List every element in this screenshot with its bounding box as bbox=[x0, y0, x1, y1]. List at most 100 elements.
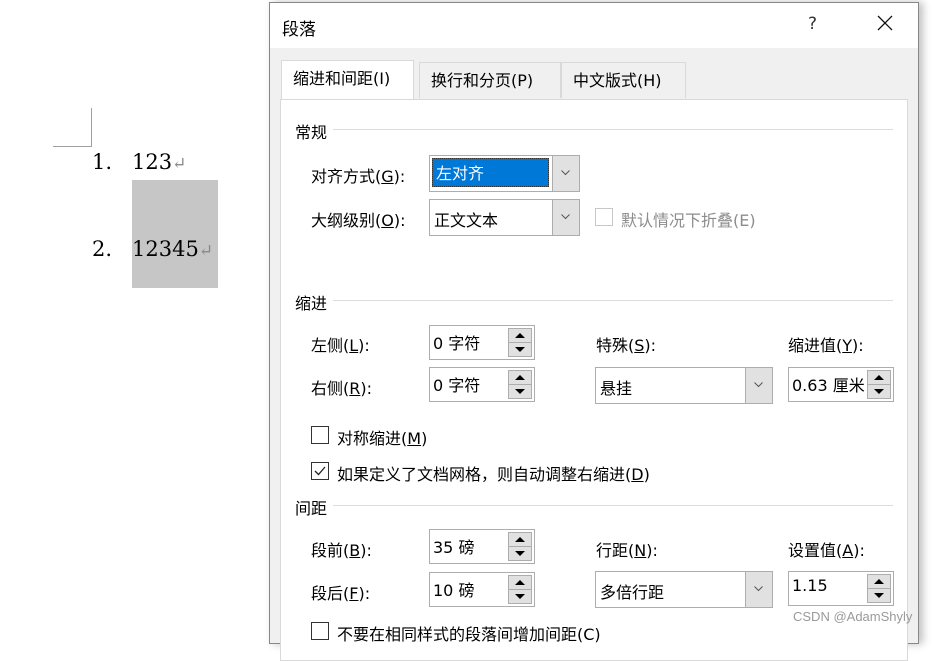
indent-left-value: 0 字符 bbox=[433, 334, 481, 353]
spin-up-button[interactable] bbox=[509, 533, 531, 547]
special-indent-select[interactable]: 悬挂 bbox=[595, 367, 773, 404]
spin-up-button[interactable] bbox=[868, 371, 890, 385]
dialog-titlebar[interactable]: 段落 ? bbox=[270, 3, 918, 48]
paragraph-dialog: 段落 ? 缩进和间距(I) 换行和分页(P) 中文版式(H) 常规 对齐方式(G… bbox=[269, 2, 919, 661]
spinner-buttons bbox=[508, 532, 532, 561]
indent-by-label: 缩进值(Y): bbox=[788, 336, 864, 355]
section-divider bbox=[333, 300, 893, 301]
dialog-title: 段落 bbox=[282, 20, 316, 40]
tab-line-page-breaks[interactable]: 换行和分页(P) bbox=[419, 62, 561, 98]
section-divider bbox=[333, 129, 893, 130]
tab-label: 缩进和间距(I) bbox=[293, 69, 391, 88]
dont-add-space-label: 不要在相同样式的段落间增加间距(C) bbox=[337, 625, 601, 644]
spacing-after-value: 10 磅 bbox=[433, 581, 475, 600]
outline-level-label: 大纲级别(O): bbox=[311, 211, 406, 230]
spin-down-button[interactable] bbox=[509, 547, 531, 560]
list-number-1: 1. bbox=[92, 150, 113, 174]
tab-asian-typography[interactable]: 中文版式(H) bbox=[561, 62, 686, 98]
list-item-text: 123 bbox=[132, 150, 173, 174]
checkmark-icon bbox=[314, 466, 326, 476]
paragraph-mark-icon: ↵ bbox=[172, 154, 187, 174]
indent-right-spinner[interactable]: 0 字符 bbox=[429, 367, 535, 402]
spinner-buttons bbox=[508, 575, 532, 604]
spacing-before-label: 段前(B): bbox=[311, 541, 372, 560]
collapse-by-default-label: 默认情况下折叠(E) bbox=[621, 211, 756, 230]
arrow-up-icon bbox=[515, 333, 525, 338]
spinner-buttons bbox=[867, 574, 891, 603]
chevron-down-icon bbox=[754, 382, 763, 388]
spin-down-button[interactable] bbox=[509, 590, 531, 603]
section-spacing-title: 间距 bbox=[295, 499, 328, 518]
collapse-by-default-checkbox[interactable] bbox=[595, 208, 613, 226]
spacing-after-label: 段后(F): bbox=[311, 584, 371, 603]
dropdown-button[interactable] bbox=[745, 572, 772, 607]
outline-level-select[interactable]: 正文文本 bbox=[429, 199, 580, 236]
section-divider bbox=[333, 505, 893, 506]
line-spacing-value: 多倍行距 bbox=[600, 583, 665, 602]
line-spacing-label: 行距(N): bbox=[596, 541, 658, 560]
tab-panel: 常规 对齐方式(G): 左对齐 大纲级别(O): 正文文本 默认情况下折叠(E)… bbox=[280, 99, 908, 661]
close-button[interactable] bbox=[873, 11, 897, 35]
alignment-value: 左对齐 bbox=[432, 158, 549, 187]
spin-up-button[interactable] bbox=[868, 575, 890, 589]
indent-by-spinner[interactable]: 0.63 厘米 bbox=[788, 367, 894, 402]
chevron-down-icon bbox=[754, 586, 763, 592]
spin-down-button[interactable] bbox=[868, 589, 890, 602]
spinner-buttons bbox=[867, 370, 891, 399]
spin-up-button[interactable] bbox=[509, 576, 531, 590]
spin-up-button[interactable] bbox=[509, 371, 531, 385]
line-spacing-select[interactable]: 多倍行距 bbox=[595, 571, 773, 608]
mirror-indents-label: 对称缩进(M) bbox=[337, 429, 428, 448]
list-item-2[interactable]: 12345↵ bbox=[132, 237, 213, 261]
tab-label: 换行和分页(P) bbox=[431, 71, 534, 90]
dropdown-button[interactable] bbox=[552, 200, 579, 235]
dropdown-button[interactable] bbox=[552, 156, 579, 191]
section-indent-title: 缩进 bbox=[295, 294, 328, 313]
auto-adjust-right-indent-label: 如果定义了文档网格，则自动调整右缩进(D) bbox=[337, 465, 650, 484]
spin-down-button[interactable] bbox=[868, 385, 890, 398]
dropdown-button[interactable] bbox=[745, 368, 772, 403]
line-spacing-at-value: 1.15 bbox=[792, 576, 828, 595]
alignment-select[interactable]: 左对齐 bbox=[429, 155, 580, 192]
tab-indents-spacing[interactable]: 缩进和间距(I) bbox=[281, 60, 414, 99]
list-item-text: 12345 bbox=[132, 237, 199, 261]
spin-up-button[interactable] bbox=[509, 329, 531, 343]
paragraph-mark-icon: ↵ bbox=[198, 241, 214, 261]
spinner-buttons bbox=[508, 328, 532, 357]
arrow-down-icon bbox=[515, 347, 525, 352]
special-indent-value: 悬挂 bbox=[600, 379, 633, 398]
auto-adjust-right-indent-checkbox[interactable] bbox=[311, 462, 329, 480]
arrow-up-icon bbox=[515, 537, 525, 542]
indent-right-value: 0 字符 bbox=[433, 376, 481, 395]
indent-left-spinner[interactable]: 0 字符 bbox=[429, 325, 535, 360]
arrow-down-icon bbox=[874, 593, 884, 598]
spinner-buttons bbox=[508, 370, 532, 399]
page-corner-marker bbox=[53, 108, 92, 147]
arrow-up-icon bbox=[874, 579, 884, 584]
line-spacing-at-spinner[interactable]: 1.15 bbox=[788, 571, 894, 606]
arrow-up-icon bbox=[874, 375, 884, 380]
spacing-before-value: 35 磅 bbox=[433, 538, 475, 557]
special-indent-label: 特殊(S): bbox=[596, 336, 657, 355]
spin-down-button[interactable] bbox=[509, 385, 531, 398]
watermark: CSDN @AdamShyly bbox=[793, 609, 913, 624]
arrow-down-icon bbox=[515, 551, 525, 556]
section-general-title: 常规 bbox=[295, 123, 328, 142]
help-button[interactable]: ? bbox=[808, 14, 817, 34]
indent-right-label: 右侧(R): bbox=[311, 379, 373, 398]
mirror-indents-checkbox[interactable] bbox=[311, 426, 329, 444]
dont-add-space-checkbox[interactable] bbox=[311, 622, 329, 640]
spacing-before-spinner[interactable]: 35 磅 bbox=[429, 529, 535, 564]
close-icon bbox=[877, 15, 893, 31]
spin-down-button[interactable] bbox=[509, 343, 531, 356]
arrow-down-icon bbox=[515, 594, 525, 599]
chevron-down-icon bbox=[561, 170, 570, 176]
list-number-2: 2. bbox=[92, 237, 113, 261]
arrow-up-icon bbox=[515, 580, 525, 585]
tab-label: 中文版式(H) bbox=[573, 71, 662, 90]
list-item-1[interactable]: 123↵ bbox=[132, 150, 186, 174]
spacing-after-spinner[interactable]: 10 磅 bbox=[429, 572, 535, 607]
text-selection-highlight bbox=[132, 180, 218, 288]
arrow-down-icon bbox=[515, 389, 525, 394]
outline-level-value: 正文文本 bbox=[434, 211, 499, 230]
